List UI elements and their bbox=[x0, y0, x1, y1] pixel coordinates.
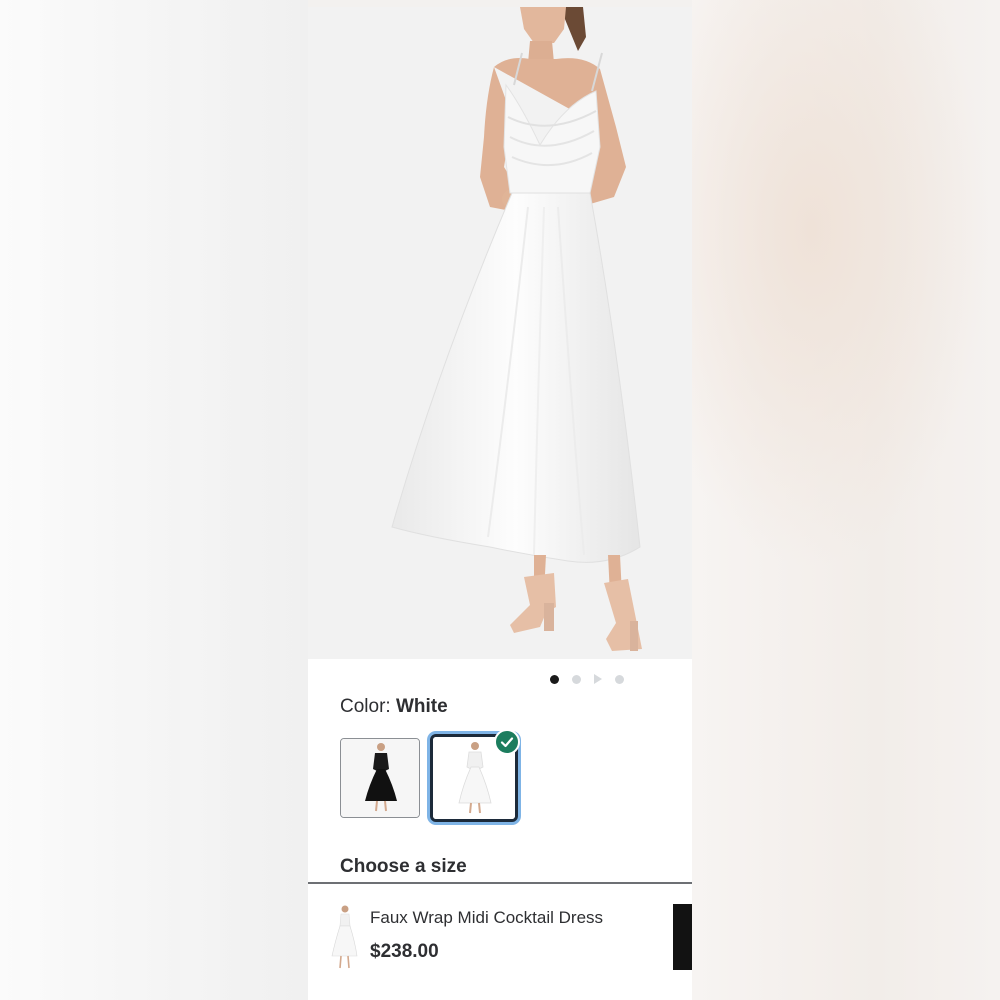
color-label-prefix: Color: bbox=[340, 696, 396, 717]
carousel-indicator bbox=[550, 673, 624, 685]
add-to-cart-button[interactable] bbox=[673, 904, 692, 970]
carousel-dot[interactable] bbox=[615, 674, 624, 684]
model-photo bbox=[308, 7, 692, 659]
carousel-dot[interactable] bbox=[572, 674, 581, 684]
carousel-dot-active[interactable] bbox=[550, 674, 559, 684]
product-thumbnail bbox=[330, 904, 358, 972]
product-page: Color: White Choose a size Faux Wrap Mid… bbox=[308, 7, 692, 1000]
product-name: Faux Wrap Midi Cocktail Dress bbox=[370, 908, 604, 927]
background-left bbox=[0, 0, 308, 1000]
background-right bbox=[692, 0, 1000, 1000]
selected-color-name: White bbox=[395, 696, 448, 717]
product-price: $238.00 bbox=[370, 941, 439, 962]
color-label: Color: White bbox=[340, 696, 448, 718]
color-swatch-black[interactable] bbox=[340, 738, 420, 818]
black-dress-thumbnail bbox=[341, 739, 419, 817]
checkmark-icon bbox=[494, 729, 520, 755]
sticky-product-bar: Faux Wrap Midi Cocktail Dress $238.00 bbox=[308, 884, 692, 1000]
product-image[interactable] bbox=[308, 7, 692, 659]
size-heading: Choose a size bbox=[340, 856, 467, 877]
play-icon[interactable] bbox=[594, 674, 602, 684]
